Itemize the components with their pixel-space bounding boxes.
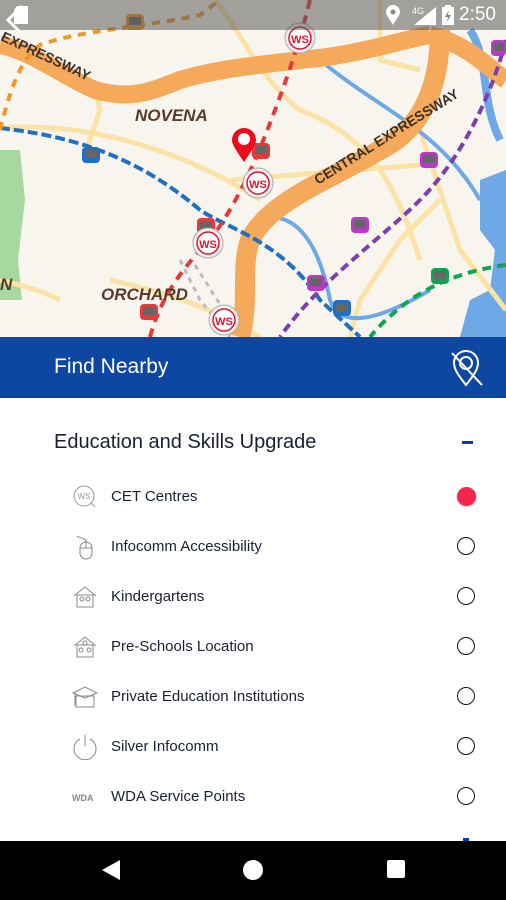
power-icon (73, 735, 97, 760)
item-label: WDA Service Points (111, 788, 246, 805)
current-location-pin-icon (232, 128, 256, 162)
map-label-orchard: ORCHARD (101, 285, 188, 304)
list-item-private-education[interactable]: Private Education Institutions (0, 672, 506, 722)
list-item-kindergartens[interactable]: Kindergartens (0, 572, 506, 622)
list-item-pre-schools[interactable]: Pre-Schools Location (0, 622, 506, 672)
back-icon[interactable] (101, 859, 121, 881)
svg-text:WS: WS (78, 492, 91, 501)
kindergarten-house-icon (73, 586, 97, 608)
system-nav-bar (0, 841, 506, 900)
ws-marker[interactable]: WS (192, 227, 224, 259)
list-item-silver-infocomm[interactable]: Silver Infocomm (0, 722, 506, 772)
map-canvas[interactable]: NOVENA ORCHARD N EXPRESSWAY CENTRAL EXPR… (0, 0, 506, 337)
water-body (460, 170, 506, 337)
clock: 2:50 (459, 4, 496, 25)
list-item-infocomm-accessibility[interactable]: Infocomm Accessibility (0, 522, 506, 572)
category-list[interactable]: Education and Skills Upgrade WS CET Cent… (0, 398, 506, 841)
map-label-partial: N (0, 275, 13, 294)
mouse-icon (76, 535, 93, 560)
radio-unselected[interactable] (457, 787, 475, 805)
svg-text:WS: WS (291, 34, 309, 46)
item-label: Silver Infocomm (111, 738, 219, 755)
svg-text:WS: WS (215, 316, 233, 328)
item-label: CET Centres (111, 488, 198, 505)
item-label: Kindergartens (111, 588, 205, 605)
signal-icon: 4G (412, 6, 436, 25)
radio-unselected[interactable] (457, 687, 475, 705)
map-label-novena: NOVENA (135, 106, 208, 125)
preschool-house-icon (73, 636, 97, 658)
recents-icon[interactable] (386, 859, 406, 879)
radio-unselected[interactable] (457, 637, 475, 655)
radio-unselected[interactable] (457, 537, 475, 555)
map-view[interactable]: NOVENA ORCHARD N EXPRESSWAY CENTRAL EXPR… (0, 0, 506, 337)
battery-charging-icon (442, 5, 454, 25)
radio-unselected[interactable] (457, 737, 475, 755)
home-icon[interactable] (242, 859, 264, 881)
ws-marker[interactable]: WS (242, 167, 274, 199)
location-icon (386, 5, 400, 25)
map-label-central-expressway: CENTRAL EXPRESSWAY (311, 85, 462, 188)
item-label: Infocomm Accessibility (111, 538, 262, 555)
svg-text:WDA: WDA (72, 793, 94, 803)
radio-selected[interactable] (457, 487, 476, 506)
radio-unselected[interactable] (457, 587, 475, 605)
back-arrow-icon[interactable] (0, 0, 30, 40)
svg-text:WS: WS (249, 179, 267, 191)
list-item-cet-centres[interactable]: WS CET Centres (0, 472, 506, 522)
item-label: Private Education Institutions (111, 688, 305, 705)
status-bar: 4G 2:50 (0, 0, 506, 30)
wda-logo-icon: WDA (72, 793, 94, 803)
graduation-cap-icon (72, 686, 98, 708)
page-title: Find Nearby (54, 355, 169, 378)
item-label: Pre-Schools Location (111, 638, 254, 655)
ws-marker[interactable]: WS (208, 304, 240, 336)
list-item-wda-service-points[interactable]: WDA WDA Service Points (0, 772, 506, 822)
find-nearby-header: Find Nearby (0, 337, 506, 398)
svg-text:4G: 4G (412, 6, 424, 16)
location-off-icon[interactable] (446, 349, 486, 389)
section-title[interactable]: Education and Skills Upgrade (54, 431, 316, 454)
ws-logo-icon: WS (73, 485, 96, 508)
svg-text:WS: WS (199, 239, 217, 251)
collapse-minus-icon[interactable] (462, 441, 473, 444)
